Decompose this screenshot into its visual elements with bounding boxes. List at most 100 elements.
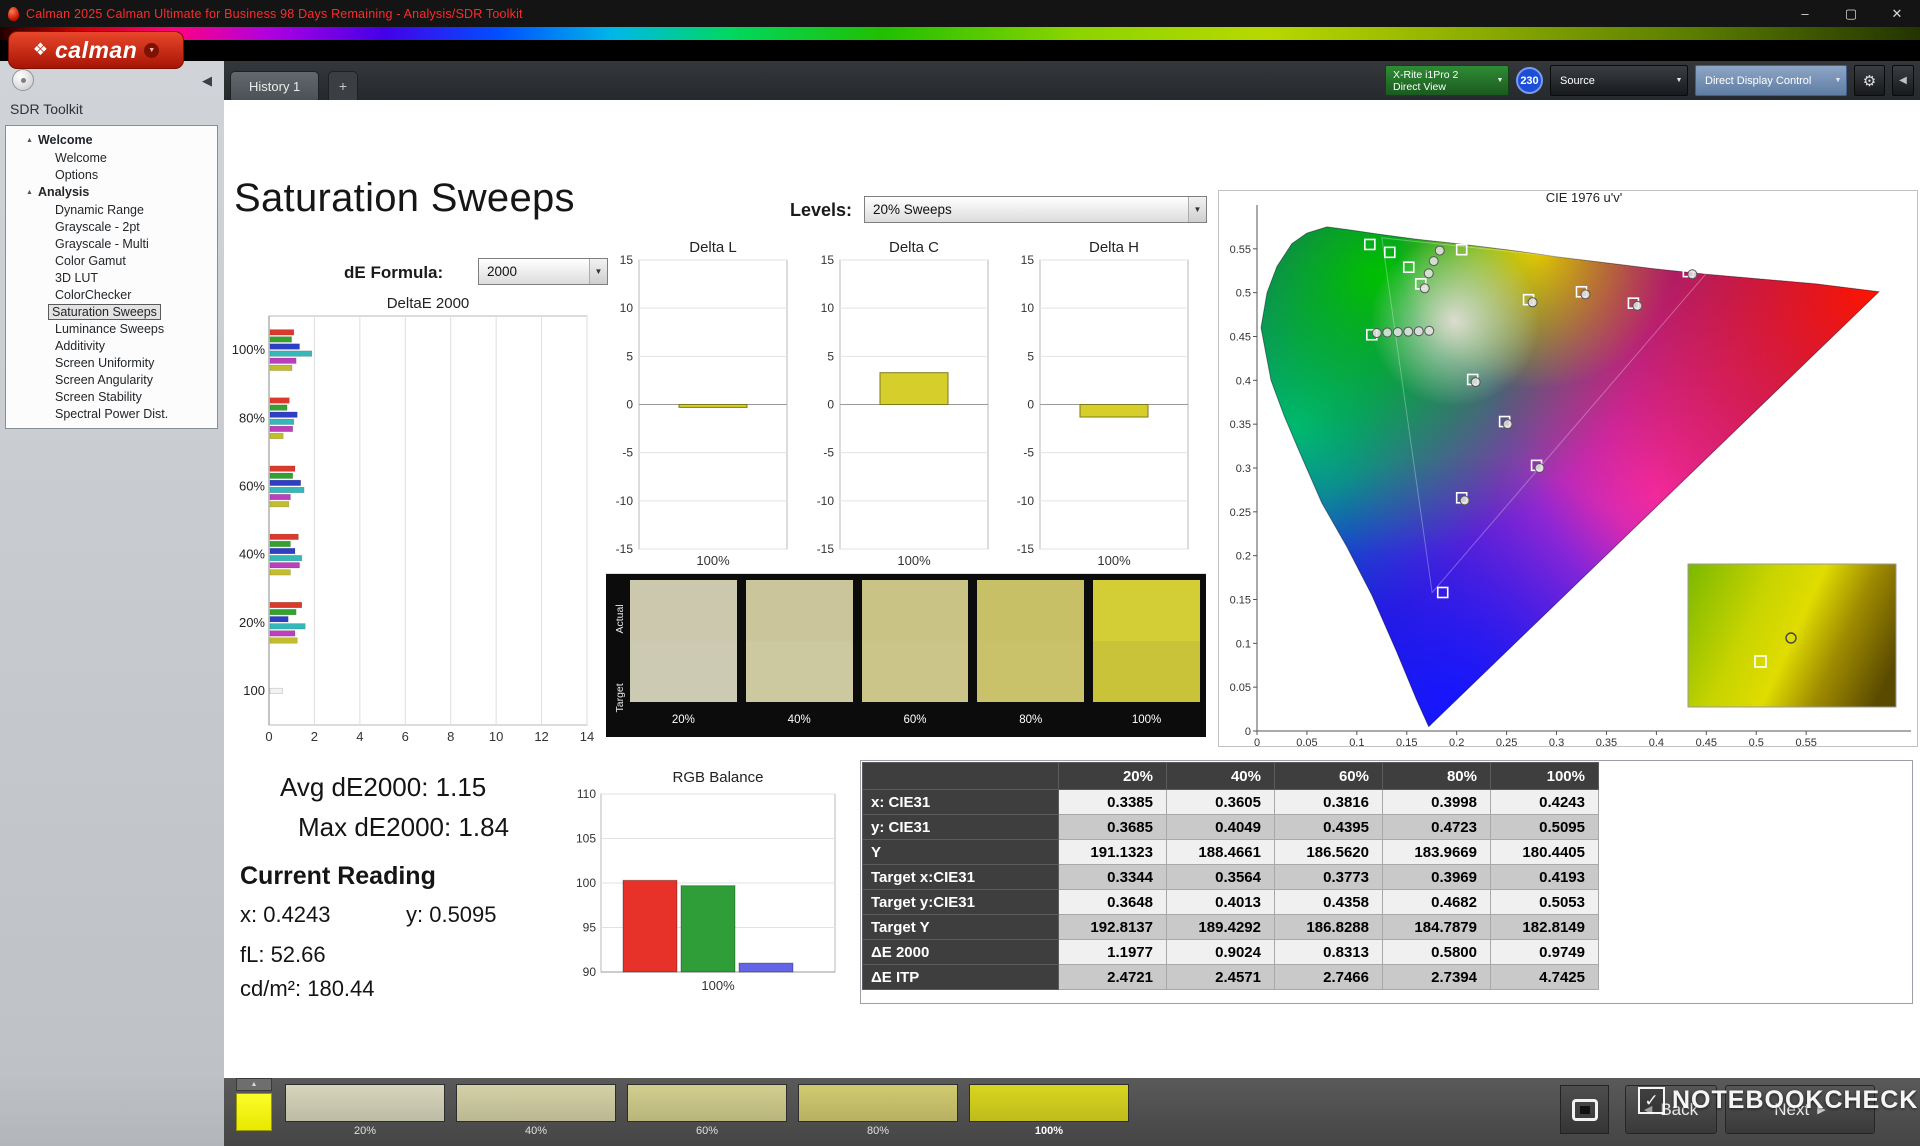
measurement-marker xyxy=(1423,268,1434,279)
svg-text:0.5: 0.5 xyxy=(1236,288,1251,300)
sidebar-item-grayscale-2pt[interactable]: Grayscale - 2pt xyxy=(6,218,217,235)
minimize-button[interactable]: – xyxy=(1782,0,1828,27)
de-formula-dropdown[interactable]: 2000 ▼ xyxy=(478,258,608,285)
table-row: ΔE 2000 1.1977 0.9024 0.8313 0.5800 0.9749 xyxy=(862,939,1599,965)
top-controls: X-Rite i1Pro 2 Direct View ▼ 230 Source … xyxy=(1385,65,1914,96)
svg-text:0.05: 0.05 xyxy=(1296,737,1317,746)
svg-text:0.55: 0.55 xyxy=(1230,244,1251,256)
actual-swatch xyxy=(977,580,1085,641)
sidebar-item-spectral-power-dist-[interactable]: Spectral Power Dist. xyxy=(6,405,217,422)
de-formula-value: 2000 xyxy=(487,264,518,279)
maximize-button[interactable]: ▢ xyxy=(1828,0,1874,27)
measurement-marker xyxy=(1428,256,1439,267)
add-tab-button[interactable]: + xyxy=(328,71,358,100)
svg-text:0: 0 xyxy=(1254,737,1260,746)
svg-text:100%: 100% xyxy=(1097,553,1131,568)
sidebar-item-color-gamut[interactable]: Color Gamut xyxy=(6,252,217,269)
avg-de2000: Avg dE2000: 1.15 xyxy=(280,772,487,802)
target-swatch xyxy=(630,641,737,702)
sidebar-item-saturation-sweeps[interactable]: Saturation Sweeps xyxy=(6,303,217,320)
meter-count-badge[interactable]: 230 xyxy=(1516,67,1543,94)
patch-button-80%[interactable]: 80% xyxy=(798,1084,958,1137)
sidebar-collapse-button[interactable]: ◀ xyxy=(202,73,212,89)
page-title: Saturation Sweeps xyxy=(234,176,575,220)
levels-dropdown[interactable]: 20% Sweeps ▼ xyxy=(864,196,1207,223)
actual-swatch xyxy=(1093,580,1200,641)
actual-swatch xyxy=(630,580,737,641)
calman-window: Calman 2025 Calman Ultimate for Business… xyxy=(0,0,1920,1146)
measurement-marker xyxy=(1580,289,1591,300)
current-patch-swatch[interactable] xyxy=(236,1093,272,1131)
current-reading-cd: cd/m²: 180.44 xyxy=(240,976,375,1001)
tray-expand-handle[interactable]: ▲ xyxy=(236,1078,272,1091)
arrow-left-icon: ◀ xyxy=(202,73,212,88)
svg-text:DeltaE 2000: DeltaE 2000 xyxy=(387,295,470,312)
de-formula-label: dE Formula: xyxy=(344,263,444,282)
svg-text:110: 110 xyxy=(577,787,596,801)
svg-text:95: 95 xyxy=(583,921,597,935)
sidebar-item-screen-stability[interactable]: Screen Stability xyxy=(6,388,217,405)
table-row: ΔE ITP 2.4721 2.4571 2.7466 2.7394 4.7425 xyxy=(862,964,1599,990)
table-row: Target y:CIE31 0.3648 0.4013 0.4358 0.4682 0.… xyxy=(862,889,1599,915)
collapse-panel-button[interactable]: ◀ xyxy=(1892,65,1914,96)
current-reading-title: Current Reading xyxy=(240,862,436,890)
svg-text:40%: 40% xyxy=(239,547,265,562)
notebookcheck-watermark: ✓ NOTEBOOKCHECK xyxy=(1638,1086,1918,1115)
sidebar-item-screen-uniformity[interactable]: Screen Uniformity xyxy=(6,354,217,371)
tree-group-analysis[interactable]: ▲ Analysis xyxy=(6,183,217,201)
tree-group-welcome[interactable]: ▲ Welcome xyxy=(6,131,217,149)
calman-logo-button[interactable]: ❖ calman ▼ xyxy=(8,31,184,69)
window-controls: – ▢ ✕ xyxy=(1782,0,1920,27)
source-label: Source xyxy=(1560,74,1595,87)
results-table: 20% 40% 60% 80% 100% x: CIE31 0.3385 0.3605 0.38… xyxy=(862,762,1599,990)
svg-text:0.3: 0.3 xyxy=(1236,463,1251,475)
sidebar-item-colorchecker[interactable]: ColorChecker xyxy=(6,286,217,303)
settings-button[interactable]: ⚙ xyxy=(1854,65,1885,96)
sidebar-item-additivity[interactable]: Additivity xyxy=(6,337,217,354)
svg-text:0.15: 0.15 xyxy=(1396,737,1417,746)
sidebar-item-options[interactable]: Options xyxy=(6,166,217,183)
svg-text:60%: 60% xyxy=(239,478,265,493)
patch-button-60%[interactable]: 60% xyxy=(627,1084,787,1137)
svg-text:105: 105 xyxy=(576,832,596,846)
sidebar-menu-button[interactable] xyxy=(12,69,34,91)
svg-text:10: 10 xyxy=(620,301,634,315)
sidebar-item-welcome[interactable]: Welcome xyxy=(6,149,217,166)
chevron-down-icon: ▼ xyxy=(1675,77,1683,84)
svg-text:-10: -10 xyxy=(1017,494,1035,508)
measurement-marker xyxy=(1687,269,1698,280)
patch-swatch-row: 20% 40% 60% 80% 100% xyxy=(285,1084,1129,1137)
display-control-dropdown[interactable]: Direct Display Control ▼ xyxy=(1695,65,1847,96)
sidebar-item-grayscale-multi[interactable]: Grayscale - Multi xyxy=(6,235,217,252)
close-button[interactable]: ✕ xyxy=(1874,0,1920,27)
sidebar-item-dynamic-range[interactable]: Dynamic Range xyxy=(6,201,217,218)
patch-button-40%[interactable]: 40% xyxy=(456,1084,616,1137)
current-reading-y: y: 0.5095 xyxy=(406,902,497,927)
svg-text:-5: -5 xyxy=(1023,446,1034,460)
cie-1976-diagram: 0 0.05 0.1 0.15 0.2 0.25 0.3 0.35 0.4 0.45 0.5 0.55… xyxy=(1218,190,1918,749)
svg-text:0: 0 xyxy=(827,398,834,412)
tree-toggle-icon: ▲ xyxy=(26,188,33,196)
patch-button-100%[interactable]: 100% xyxy=(969,1084,1129,1137)
svg-text:14: 14 xyxy=(580,729,594,744)
source-dropdown[interactable]: Source ▼ xyxy=(1550,65,1688,96)
meter-dropdown[interactable]: X-Rite i1Pro 2 Direct View ▼ xyxy=(1385,65,1509,96)
window-patch-button[interactable] xyxy=(1560,1085,1609,1134)
svg-text:12: 12 xyxy=(534,729,548,744)
sidebar-item-3d-lut[interactable]: 3D LUT xyxy=(6,269,217,286)
patch-button-20%[interactable]: 20% xyxy=(285,1084,445,1137)
sidebar-item-screen-angularity[interactable]: Screen Angularity xyxy=(6,371,217,388)
column-header-20%: 20% xyxy=(1058,762,1167,790)
tab-history-1[interactable]: History 1 xyxy=(230,71,320,100)
sidebar-item-luminance-sweeps[interactable]: Luminance Sweeps xyxy=(6,320,217,337)
measurement-marker xyxy=(1502,419,1513,430)
sidebar-title: SDR Toolkit xyxy=(10,101,83,117)
svg-text:15: 15 xyxy=(1021,253,1035,267)
svg-text:-15: -15 xyxy=(1017,542,1035,556)
svg-text:80%: 80% xyxy=(239,410,265,425)
swatch-label: 20% xyxy=(671,713,695,726)
display-control-label: Direct Display Control xyxy=(1705,74,1812,87)
svg-text:20%: 20% xyxy=(239,615,265,630)
svg-text:0: 0 xyxy=(1245,726,1251,738)
target-swatch xyxy=(977,641,1085,702)
